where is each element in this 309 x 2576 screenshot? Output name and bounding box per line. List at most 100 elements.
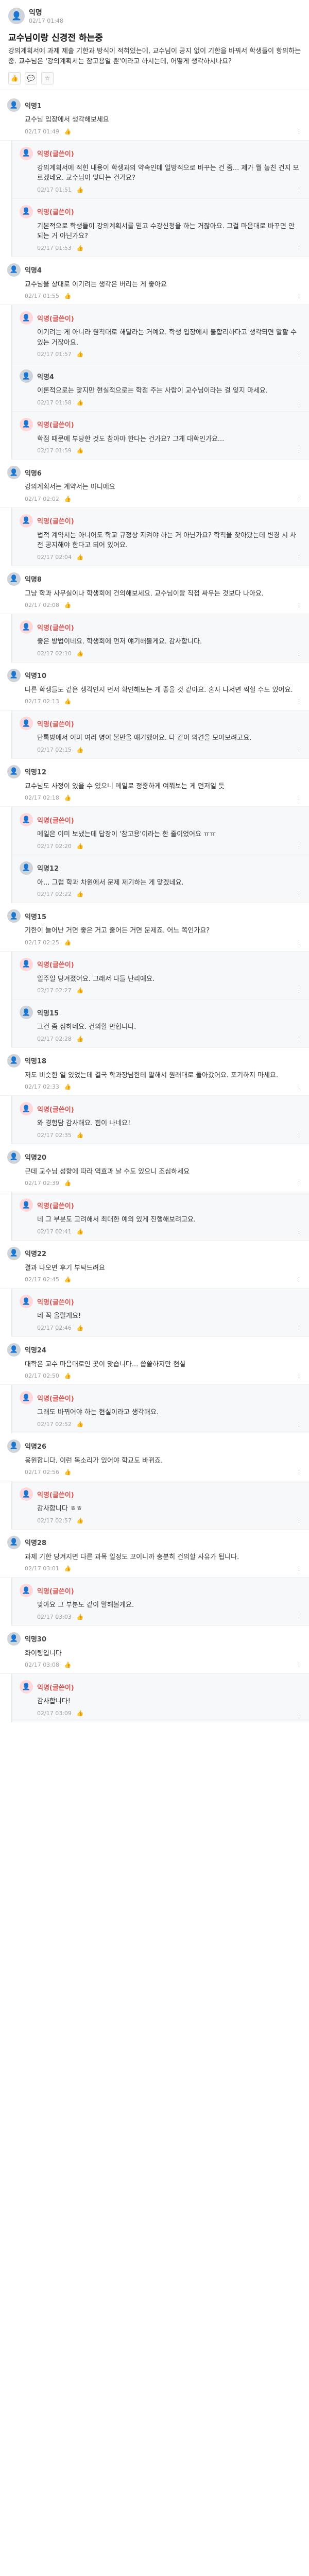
- thumbs-up-icon[interactable]: 👍: [64, 1180, 72, 1187]
- more-options-icon[interactable]: ⋮: [296, 1469, 302, 1476]
- thumbs-up-icon[interactable]: 👍: [77, 1614, 84, 1620]
- post-date: 02/17 01:48: [29, 18, 63, 24]
- thumbs-up-icon[interactable]: 👍: [77, 1421, 84, 1428]
- thumbs-up-icon[interactable]: 👍: [77, 447, 84, 454]
- avatar: 👤: [20, 1487, 33, 1501]
- thumbs-up-icon[interactable]: 👍: [64, 1662, 72, 1668]
- more-options-icon[interactable]: ⋮: [296, 245, 302, 251]
- thumbs-up-icon[interactable]: 👍: [77, 245, 84, 251]
- comment-text: 메일은 이미 보냈는데 답장이 '참고용'이라는 한 줄이었어요 ㅠㅠ: [37, 831, 216, 839]
- more-options-icon[interactable]: ⋮: [296, 187, 302, 193]
- more-options-icon[interactable]: ⋮: [296, 939, 302, 946]
- thumbs-up-icon[interactable]: 👍: [77, 1710, 84, 1717]
- more-options-icon[interactable]: ⋮: [296, 698, 302, 705]
- comment-item: 👤 익명6 강의계획서는 계약서는 아니에요 02/17 02:02 👍 ⋮: [0, 460, 309, 508]
- comment-header: 👤 익명(글쓴이): [20, 1295, 302, 1309]
- thumbs-up-icon[interactable]: 👍: [77, 351, 84, 358]
- thumbs-up-icon[interactable]: 👍: [64, 293, 72, 299]
- more-options-icon[interactable]: ⋮: [296, 128, 302, 135]
- avatar: 👤: [20, 717, 33, 731]
- comment-date: 02/17 02:27: [37, 987, 72, 994]
- thumbs-up-icon[interactable]: 👍: [77, 843, 84, 850]
- more-options-icon[interactable]: ⋮: [296, 794, 302, 801]
- comment-date: 02/17 02:02: [25, 495, 59, 502]
- avatar: 👤: [7, 1632, 21, 1646]
- thumbs-up-icon[interactable]: 👍: [64, 602, 72, 608]
- post-body: 강의계획서에 과제 제출 기한과 방식이 적혀있는데, 교수님이 공지 없이 기…: [8, 47, 301, 66]
- more-options-icon[interactable]: ⋮: [296, 1614, 302, 1620]
- more-options-icon[interactable]: ⋮: [296, 554, 302, 561]
- more-options-icon[interactable]: ⋮: [296, 293, 302, 299]
- more-options-icon[interactable]: ⋮: [296, 351, 302, 358]
- comment-author: 익명1: [25, 102, 42, 110]
- more-options-icon[interactable]: ⋮: [296, 602, 302, 608]
- comment-item: 👤 익명30 화이팅입니다 02/17 03:08 👍 ⋮: [0, 1626, 309, 1674]
- thumbs-up-icon[interactable]: 👍: [8, 72, 21, 85]
- comment-text: 기한이 늘어난 거면 좋은 거고 줄어든 거면 문제죠. 어느 쪽인가요?: [25, 927, 210, 935]
- thumbs-up-icon[interactable]: 👍: [77, 399, 84, 406]
- thumbs-up-icon[interactable]: 👍: [64, 496, 72, 502]
- more-options-icon[interactable]: ⋮: [296, 987, 302, 994]
- more-options-icon[interactable]: ⋮: [296, 1325, 302, 1331]
- thumbs-up-icon[interactable]: 👍: [64, 1083, 72, 1090]
- comment-meta: 02/17 02:52 👍 ⋮: [37, 1421, 302, 1428]
- thumbs-up-icon[interactable]: 👍: [64, 939, 72, 946]
- comment-text: 학점 때문에 부당한 것도 참아야 한다는 건가요? 그게 대학인가요...: [37, 435, 225, 443]
- thumbs-up-icon[interactable]: 👍: [77, 987, 84, 994]
- thumbs-up-icon[interactable]: 👍: [77, 747, 84, 753]
- more-options-icon[interactable]: ⋮: [296, 1421, 302, 1428]
- avatar: 👤: [7, 765, 21, 778]
- more-options-icon[interactable]: ⋮: [296, 1662, 302, 1668]
- more-options-icon[interactable]: ⋮: [296, 1036, 302, 1042]
- thumbs-up-icon[interactable]: 👍: [77, 1517, 84, 1524]
- more-options-icon[interactable]: ⋮: [296, 1083, 302, 1090]
- more-options-icon[interactable]: ⋮: [296, 650, 302, 657]
- thumbs-up-icon[interactable]: 👍: [77, 554, 84, 561]
- thumbs-up-icon[interactable]: 👍: [64, 128, 72, 135]
- more-options-icon[interactable]: ⋮: [296, 1228, 302, 1235]
- thumbs-up-icon[interactable]: 👍: [77, 891, 84, 897]
- comment-author: 익명10: [25, 672, 47, 681]
- comment-icon[interactable]: 💬: [25, 72, 37, 85]
- thumbs-up-icon[interactable]: 👍: [64, 1469, 72, 1476]
- thumbs-up-icon[interactable]: 👍: [77, 1325, 84, 1331]
- comment-author: 익명(글쓴이): [37, 1587, 74, 1596]
- avatar: 👤: [7, 909, 21, 923]
- thumbs-up-icon[interactable]: 👍: [64, 1276, 72, 1283]
- more-options-icon[interactable]: ⋮: [296, 1710, 302, 1717]
- more-options-icon[interactable]: ⋮: [296, 1180, 302, 1187]
- more-options-icon[interactable]: ⋮: [296, 891, 302, 897]
- more-options-icon[interactable]: ⋮: [296, 1565, 302, 1572]
- more-options-icon[interactable]: ⋮: [296, 1372, 302, 1379]
- thumbs-up-icon[interactable]: 👍: [64, 698, 72, 705]
- thumbs-up-icon[interactable]: 👍: [77, 650, 84, 657]
- more-options-icon[interactable]: ⋮: [296, 447, 302, 454]
- comment-header: 👤 익명24: [7, 1343, 302, 1357]
- more-options-icon[interactable]: ⋮: [296, 1132, 302, 1139]
- comment-text: 네 꼭 올릴게요!: [37, 1312, 81, 1320]
- comment-text: 화이팅입니다: [25, 1649, 62, 1657]
- more-options-icon[interactable]: ⋮: [296, 1517, 302, 1524]
- more-options-icon[interactable]: ⋮: [296, 1276, 302, 1283]
- thumbs-up-icon[interactable]: 👍: [64, 794, 72, 801]
- comment-date: 02/17 02:20: [37, 842, 72, 850]
- comment-item: 👤 익명4 교수님을 상대로 이기려는 생각은 버리는 게 좋아요 02/17 01:…: [0, 257, 309, 306]
- thumbs-up-icon[interactable]: 👍: [77, 1036, 84, 1042]
- avatar: 👤: [20, 1198, 33, 1212]
- comment-date: 02/17 02:22: [37, 891, 72, 898]
- thumbs-up-icon[interactable]: 👍: [77, 1228, 84, 1235]
- comment-meta: 02/17 03:09 👍 ⋮: [37, 1710, 302, 1717]
- thumbs-up-icon[interactable]: 👍: [64, 1565, 72, 1572]
- more-options-icon[interactable]: ⋮: [296, 747, 302, 753]
- thumbs-up-icon[interactable]: 👍: [77, 187, 84, 193]
- comment-date: 02/17 03:09: [37, 1709, 72, 1717]
- comment-date: 02/17 01:58: [37, 399, 72, 406]
- thumbs-up-icon[interactable]: 👍: [77, 1132, 84, 1139]
- more-options-icon[interactable]: ⋮: [296, 843, 302, 850]
- star-icon[interactable]: ☆: [41, 72, 54, 85]
- thumbs-up-icon[interactable]: 👍: [64, 1372, 72, 1379]
- more-options-icon[interactable]: ⋮: [296, 399, 302, 406]
- comment-date: 02/17 02:18: [25, 794, 59, 802]
- more-options-icon[interactable]: ⋮: [296, 496, 302, 502]
- avatar: 👤: [7, 466, 21, 480]
